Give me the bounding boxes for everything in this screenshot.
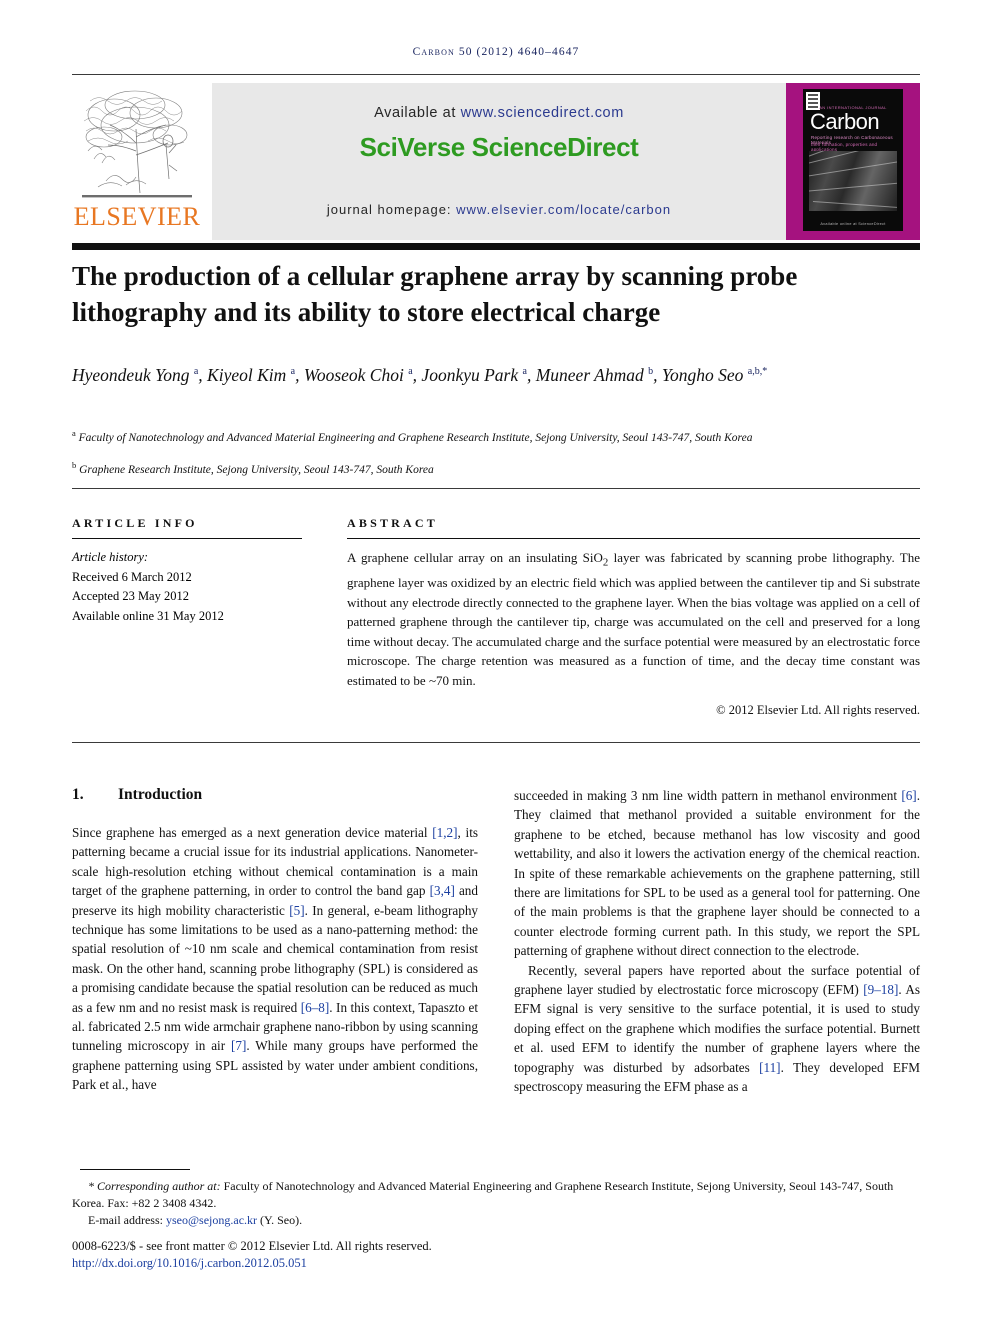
abstract-text: A graphene cellular array on an insulati… bbox=[347, 550, 920, 688]
article-received: Received 6 March 2012 bbox=[72, 569, 192, 584]
email-note: E-mail address: yseo@sejong.ac.kr (Y. Se… bbox=[72, 1212, 920, 1229]
journal-homepage-label: journal homepage: bbox=[326, 202, 457, 217]
cover-inner-panel: AN INTERNATIONAL JOURNAL Carbon Reportin… bbox=[803, 89, 903, 231]
email-suffix: (Y. Seo). bbox=[257, 1213, 303, 1227]
section-title: Introduction bbox=[118, 786, 203, 803]
affiliation-b-text: Graphene Research Institute, Sejong Univ… bbox=[79, 463, 434, 476]
footnote-block: * Corresponding author at: Faculty of Na… bbox=[72, 1178, 920, 1229]
available-at-line: Available at www.sciencedirect.com bbox=[212, 105, 786, 121]
section-heading-introduction: 1. Introduction bbox=[72, 786, 202, 804]
journal-cover-thumbnail: AN INTERNATIONAL JOURNAL Carbon Reportin… bbox=[786, 83, 920, 240]
affiliation-a: a Faculty of Nanotechnology and Advanced… bbox=[72, 425, 920, 446]
article-info-heading-rule bbox=[72, 538, 302, 539]
doi-link[interactable]: http://dx.doi.org/10.1016/j.carbon.2012.… bbox=[72, 1256, 920, 1271]
abstract-copyright: © 2012 Elsevier Ltd. All rights reserved… bbox=[716, 703, 920, 717]
masthead: ELSEVIER Available at www.sciencedirect.… bbox=[72, 83, 920, 240]
authors-text: Hyeondeuk Yong a, Kiyeol Kim a, Wooseok … bbox=[72, 364, 768, 385]
article-info-heading: ARTICLE INFO bbox=[72, 516, 198, 530]
article-info-top-rule bbox=[72, 488, 920, 489]
sciverse-sciencedirect-logo: SciVerse ScienceDirect bbox=[359, 132, 639, 162]
affiliation-b: b Graphene Research Institute, Sejong Un… bbox=[72, 457, 920, 478]
intro-paragraph-3: Recently, several papers have reported a… bbox=[514, 962, 920, 1095]
email-label: E-mail address: bbox=[88, 1213, 166, 1227]
corresponding-label: Corresponding author at: bbox=[97, 1179, 221, 1193]
elsevier-tree-icon bbox=[78, 85, 196, 203]
sciencedirect-url[interactable]: www.sciencedirect.com bbox=[461, 105, 624, 121]
cover-title: Carbon bbox=[810, 109, 880, 134]
available-at-label: Available at bbox=[374, 105, 461, 121]
cover-footer: Available online at ScienceDirect bbox=[820, 222, 886, 226]
abstract-bottom-rule bbox=[72, 742, 920, 743]
intro-paragraph-1: Since graphene has emerged as a next gen… bbox=[72, 825, 479, 1093]
article-available-online: Available online 31 May 2012 bbox=[72, 608, 224, 623]
cover-photo bbox=[809, 151, 897, 211]
affiliation-b-mark: b bbox=[72, 460, 77, 470]
article-history-label: Article history: bbox=[72, 550, 149, 564]
masthead-bottom-rule bbox=[72, 243, 920, 250]
affiliation-a-mark: a bbox=[72, 428, 76, 438]
footnote-rule bbox=[80, 1169, 190, 1170]
article-page: Carbon 50 (2012) 4640–4647 ELSEVIER Avai… bbox=[0, 0, 992, 1323]
journal-homepage-line: journal homepage: www.elsevier.com/locat… bbox=[212, 202, 786, 217]
issn-copyright-line: 0008-6223/$ - see front matter © 2012 El… bbox=[72, 1239, 432, 1253]
intro-paragraph-2: succeeded in making 3 nm line width patt… bbox=[514, 788, 920, 959]
abstract-heading-rule bbox=[347, 538, 920, 539]
author-list: Hyeondeuk Yong a, Kiyeol Kim a, Wooseok … bbox=[72, 358, 920, 389]
running-head-rule bbox=[72, 74, 920, 75]
elsevier-wordmark: ELSEVIER bbox=[73, 202, 201, 231]
corresponding-author-note: * Corresponding author at: Faculty of Na… bbox=[72, 1178, 920, 1212]
journal-homepage-url[interactable]: www.elsevier.com/locate/carbon bbox=[456, 202, 671, 217]
elsevier-logo: ELSEVIER bbox=[72, 83, 202, 240]
body-column-left: Since graphene has emerged as a next gen… bbox=[72, 823, 478, 1095]
article-accepted: Accepted 23 May 2012 bbox=[72, 589, 189, 603]
abstract-heading: ABSTRACT bbox=[347, 516, 438, 530]
page-title: The production of a cellular graphene ar… bbox=[72, 261, 798, 327]
section-number: 1. bbox=[72, 786, 84, 803]
running-head: Carbon 50 (2012) 4640–4647 bbox=[412, 46, 580, 58]
corresponding-marker: * bbox=[88, 1179, 94, 1193]
body-column-right: succeeded in making 3 nm line width patt… bbox=[514, 786, 920, 1097]
article-history: Article history: Received 6 March 2012 A… bbox=[72, 548, 302, 626]
email-address[interactable]: yseo@sejong.ac.kr bbox=[166, 1213, 257, 1227]
sciencedirect-panel: Available at www.sciencedirect.com SciVe… bbox=[212, 83, 786, 240]
affiliation-a-text: Faculty of Nanotechnology and Advanced M… bbox=[78, 431, 753, 444]
